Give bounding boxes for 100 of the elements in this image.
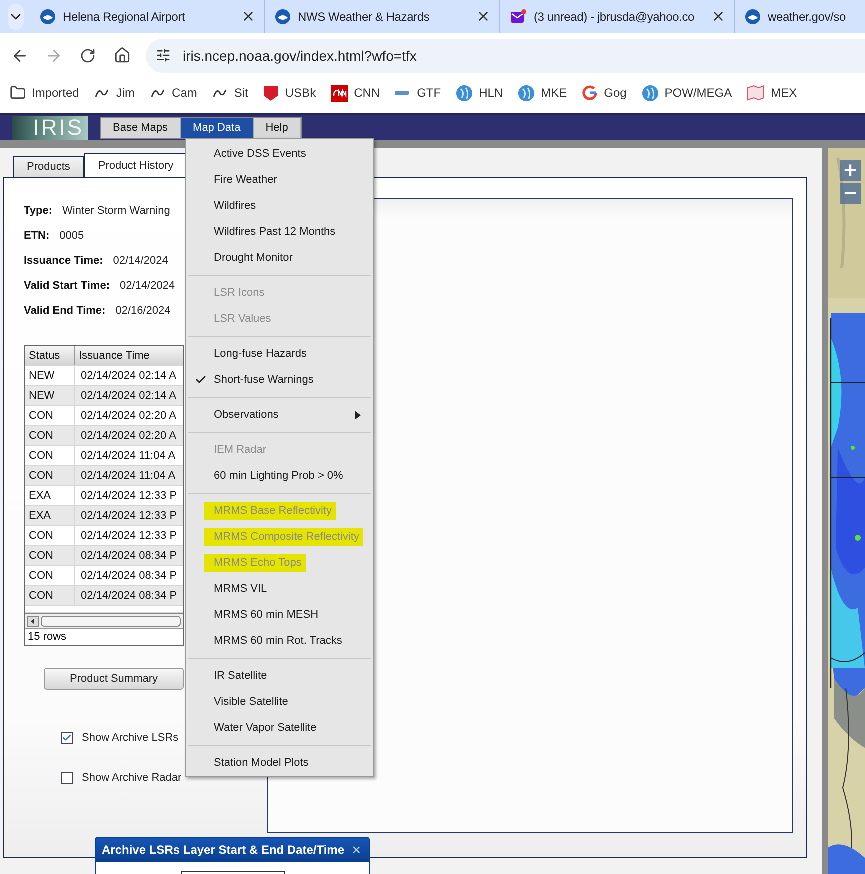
scrollbar-thumb[interactable] (41, 616, 181, 626)
menu-item-label: IR Satellite (214, 670, 268, 682)
field-label: Valid End Time: (24, 304, 106, 316)
menu-item-label: MRMS 60 min MESH (214, 609, 319, 621)
tab-title: (3 unread) - jbrusda@yahoo.co (534, 10, 696, 24)
table-row[interactable]: NEW 02/14/2024 02:14 A (25, 366, 183, 386)
menu-item[interactable]: MRMS VIL (186, 576, 373, 602)
table-cell: CON (25, 526, 75, 545)
site-settings-icon[interactable] (156, 48, 171, 63)
zoom-in-button[interactable]: + (840, 160, 861, 181)
home-icon[interactable] (114, 47, 130, 64)
globe-icon (518, 84, 536, 102)
menu-item-label: Water Vapor Satellite (214, 722, 317, 734)
table-row[interactable]: CON 02/14/2024 11:04 A (25, 466, 183, 486)
menu-item[interactable]: Active DSS Events (186, 141, 373, 167)
bookmark[interactable]: Cam (150, 86, 198, 100)
table-row[interactable]: EXA 02/14/2024 12:33 P (25, 506, 183, 526)
tab-title: weather.gov/so (768, 10, 847, 24)
menu-item[interactable]: Observations (186, 402, 373, 428)
menu-item-label: LSR Icons (214, 287, 265, 299)
menu-button[interactable]: Map Data (181, 118, 254, 138)
product-summary-button[interactable]: Product Summary (44, 668, 184, 690)
menu-item-label: Wildfires Past 12 Months (214, 226, 336, 238)
menu-item[interactable]: Wildfires (186, 193, 373, 219)
bookmark[interactable]: Sit (212, 86, 248, 100)
map-icon (747, 85, 766, 101)
shield-icon (263, 84, 280, 102)
menu-item[interactable]: Long-fuse Hazards (186, 341, 373, 367)
close-icon[interactable] (711, 9, 726, 24)
column-header[interactable]: Status (25, 346, 75, 365)
menu-item[interactable]: Visible Satellite (186, 689, 373, 715)
table-cell: CON (25, 406, 75, 425)
table-row[interactable]: CON 02/14/2024 08:34 P (25, 546, 183, 566)
column-header[interactable]: Issuance Time (75, 346, 183, 365)
zoom-out-button[interactable]: − (840, 183, 861, 204)
table-cell: CON (25, 546, 75, 565)
table-row[interactable]: CON 02/14/2024 02:20 A (25, 426, 183, 446)
bookmark[interactable]: Jim (94, 86, 136, 100)
logo-icon (331, 84, 348, 102)
menu-item[interactable]: Drought Monitor (186, 245, 373, 271)
script-icon (212, 87, 228, 99)
field-label: Issuance Time: (24, 254, 104, 266)
globe-icon (456, 84, 474, 102)
check-icon (62, 733, 72, 743)
bookmark[interactable]: Gog (582, 85, 627, 101)
panel-tab[interactable]: Products (13, 156, 84, 178)
menu-item-label: Short-fuse Warnings (214, 374, 314, 386)
table-cell: CON (25, 566, 75, 585)
globe-icon (745, 8, 761, 24)
menu-item-label: MRMS Base Reflectivity (204, 502, 336, 520)
bookmark[interactable]: MKE (518, 84, 568, 102)
table-cell: CON (25, 586, 75, 605)
close-button[interactable]: × (352, 842, 361, 858)
scroll-left-icon[interactable] (27, 616, 39, 626)
bookmark[interactable]: Imported (10, 85, 80, 101)
mail-icon (510, 8, 527, 24)
folder-icon (10, 85, 26, 101)
table-row[interactable]: CON 02/14/2024 08:34 P (25, 566, 183, 586)
bookmark[interactable]: GTF (395, 86, 442, 100)
menu-item-label: Active DSS Events (214, 148, 306, 160)
menu-item[interactable]: Water Vapor Satellite (186, 715, 373, 741)
script-icon (150, 87, 166, 99)
table-cell: NEW (25, 366, 75, 385)
tab-title: Helena Regional Airport (63, 10, 186, 24)
scrollbar[interactable] (25, 613, 183, 628)
close-icon[interactable] (241, 9, 256, 24)
menu-item[interactable]: MRMS 60 min Rot. Tracks (186, 628, 373, 654)
table-row[interactable]: EXA 02/14/2024 12:33 P (25, 486, 183, 506)
bookmark[interactable]: CNN (331, 84, 380, 102)
field-value: 02/16/2024 (116, 304, 171, 316)
menu-item[interactable]: IR Satellite (186, 663, 373, 689)
checkbox[interactable] (61, 772, 73, 784)
menu-item[interactable]: MRMS 60 min MESH (186, 602, 373, 628)
close-icon[interactable] (476, 9, 491, 24)
table-cell: CON (25, 446, 75, 465)
google-icon (582, 85, 598, 101)
menu-item-label: Wildfires (214, 200, 256, 212)
bookmark[interactable]: MEX (747, 85, 798, 101)
row-count: 15 rows (25, 628, 183, 645)
field-label: Type: (24, 204, 53, 216)
table-row[interactable]: CON 02/14/2024 08:34 P (25, 586, 183, 606)
reload-icon[interactable] (80, 48, 96, 64)
address-bar[interactable]: iris.ncep.noaa.gov/index.html?wfo=tfx (146, 38, 865, 72)
bookmark[interactable]: HLN (456, 84, 504, 102)
table-row[interactable]: CON 02/14/2024 12:33 P (25, 526, 183, 546)
table-row[interactable]: CON 02/14/2024 02:20 A (25, 406, 183, 426)
menu-item-label: Observations (214, 409, 279, 421)
tab-list-button[interactable] (8, 4, 24, 30)
menu-item[interactable]: 60 min Lighting Prob > 0% (186, 463, 373, 489)
bookmark[interactable]: POW/MEGA (642, 84, 732, 102)
menu-item[interactable]: Short-fuse Warnings (186, 367, 373, 393)
menu-item-label: 60 min Lighting Prob > 0% (214, 470, 344, 482)
menu-item[interactable]: Fire Weather (186, 167, 373, 193)
bookmark[interactable]: USBk (263, 84, 316, 102)
table-row[interactable]: NEW 02/14/2024 02:14 A (25, 386, 183, 406)
menu-item[interactable]: Wildfires Past 12 Months (186, 219, 373, 245)
checkbox[interactable] (61, 732, 73, 744)
panel-tab[interactable]: Product History (84, 153, 188, 178)
browser-tab[interactable]: weather.gov/so (735, 0, 865, 33)
table-row[interactable]: CON 02/14/2024 11:04 A (25, 446, 183, 466)
